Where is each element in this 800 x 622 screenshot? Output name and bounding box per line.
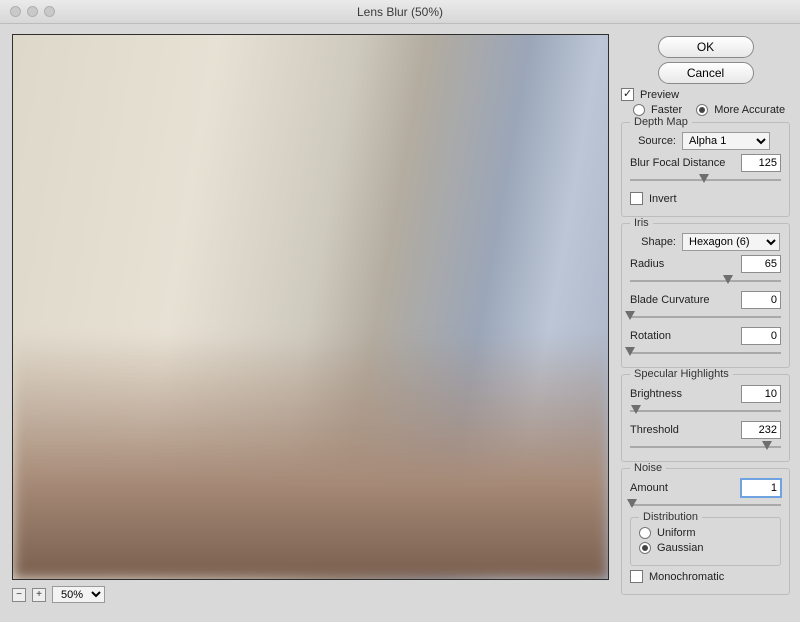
blade-slider[interactable]: [630, 311, 781, 323]
faster-label: Faster: [651, 104, 682, 116]
rotation-label: Rotation: [630, 330, 671, 342]
titlebar: Lens Blur (50%): [0, 0, 800, 24]
noise-group: Noise Amount Distribution Uniform Gaussi…: [621, 468, 790, 595]
threshold-label: Threshold: [630, 424, 679, 436]
faster-radio[interactable]: [633, 104, 645, 116]
monochromatic-label: Monochromatic: [649, 571, 724, 583]
blur-focal-input[interactable]: [741, 154, 781, 172]
blade-input[interactable]: [741, 291, 781, 309]
preview-checkbox-label: Preview: [640, 89, 679, 101]
amount-slider[interactable]: [630, 499, 781, 511]
zoom-out-button[interactable]: −: [12, 588, 26, 602]
gaussian-label: Gaussian: [657, 542, 703, 554]
brightness-slider[interactable]: [630, 405, 781, 417]
distribution-title: Distribution: [639, 511, 702, 523]
specular-title: Specular Highlights: [630, 368, 733, 380]
radius-label: Radius: [630, 258, 664, 270]
blade-label: Blade Curvature: [630, 294, 710, 306]
brightness-input[interactable]: [741, 385, 781, 403]
radius-slider[interactable]: [630, 275, 781, 287]
preview-checkbox[interactable]: [621, 88, 634, 101]
source-select[interactable]: Alpha 1: [682, 132, 770, 150]
amount-input[interactable]: [741, 479, 781, 497]
threshold-input[interactable]: [741, 421, 781, 439]
blur-focal-slider[interactable]: [630, 174, 781, 186]
zoom-in-button[interactable]: +: [32, 588, 46, 602]
window-title: Lens Blur (50%): [0, 5, 800, 19]
noise-title: Noise: [630, 462, 666, 474]
radius-input[interactable]: [741, 255, 781, 273]
invert-checkbox[interactable]: [630, 192, 643, 205]
shape-label: Shape:: [630, 236, 676, 248]
brightness-label: Brightness: [630, 388, 682, 400]
iris-title: Iris: [630, 217, 653, 229]
depth-map-title: Depth Map: [630, 116, 692, 128]
more-accurate-label: More Accurate: [714, 104, 785, 116]
rotation-slider[interactable]: [630, 347, 781, 359]
rotation-input[interactable]: [741, 327, 781, 345]
blur-focal-label: Blur Focal Distance: [630, 157, 725, 169]
monochromatic-checkbox[interactable]: [630, 570, 643, 583]
ok-button[interactable]: OK: [658, 36, 754, 58]
distribution-group: Distribution Uniform Gaussian: [630, 517, 781, 566]
threshold-slider[interactable]: [630, 441, 781, 453]
image-preview[interactable]: [12, 34, 609, 580]
uniform-radio[interactable]: [639, 527, 651, 539]
depth-map-group: Depth Map Source: Alpha 1 Blur Focal Dis…: [621, 122, 790, 217]
amount-label: Amount: [630, 482, 668, 494]
invert-label: Invert: [649, 193, 677, 205]
iris-group: Iris Shape: Hexagon (6) Radius Blade Cur…: [621, 223, 790, 368]
gaussian-radio[interactable]: [639, 542, 651, 554]
zoom-select[interactable]: 50%: [52, 586, 105, 603]
uniform-label: Uniform: [657, 527, 696, 539]
cancel-button[interactable]: Cancel: [658, 62, 754, 84]
more-accurate-radio[interactable]: [696, 104, 708, 116]
shape-select[interactable]: Hexagon (6): [682, 233, 780, 251]
source-label: Source:: [630, 135, 676, 147]
specular-group: Specular Highlights Brightness Threshold: [621, 374, 790, 462]
